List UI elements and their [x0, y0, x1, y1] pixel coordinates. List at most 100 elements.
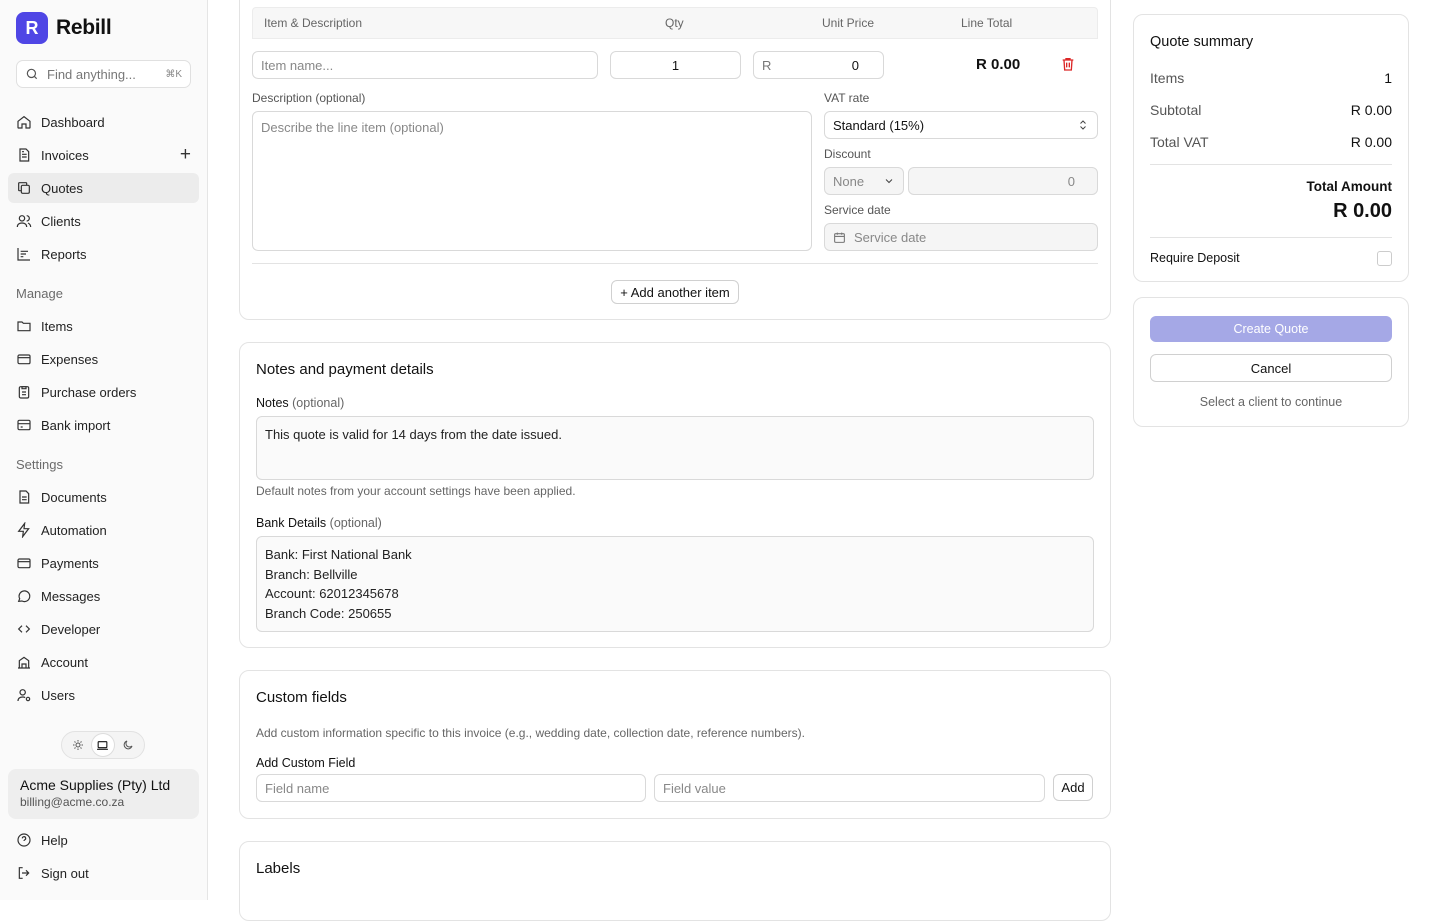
custom-fields-title: Custom fields [256, 689, 347, 706]
sidebar-item-account[interactable]: Account [8, 647, 199, 677]
description-textarea[interactable]: Describe the line item (optional) [252, 111, 812, 251]
items-table-header: Item & Description Qty Unit Price Line T… [252, 7, 1098, 39]
quote-summary-card: Quote summary Items 1 Subtotal R 0.00 Tota… [1133, 14, 1409, 282]
sun-icon[interactable] [67, 734, 89, 756]
qty-input[interactable]: 1 [610, 51, 741, 79]
unit-price-value: 0 [851, 57, 859, 73]
sidebar-item-users[interactable]: Users [8, 680, 199, 710]
cancel-button[interactable]: Cancel [1150, 354, 1392, 382]
search-icon [26, 68, 38, 80]
divider [252, 263, 1098, 264]
sidebar-item-reports[interactable]: Reports [8, 239, 199, 269]
bank-line: Branch Code: 250655 [265, 605, 392, 621]
description-label: Description (optional) [252, 91, 366, 105]
calendar-icon [834, 232, 845, 243]
notes-label-text: Notes [256, 396, 289, 410]
bank-details-textarea[interactable]: Bank: First National Bank Branch: Bellvi… [256, 536, 1094, 632]
code-icon [17, 625, 31, 633]
chart-icon [17, 248, 30, 261]
add-invoice-plus-icon[interactable]: + [180, 144, 191, 166]
unit-price-input[interactable]: R 0 [753, 51, 884, 79]
account-switcher[interactable]: Acme Supplies (Pty) Ltd billing@acme.co.… [8, 769, 199, 819]
delete-item-button[interactable] [1060, 56, 1076, 77]
vat-select[interactable]: Standard (15%) [824, 111, 1098, 139]
sidebar-item-label: Documents [41, 489, 107, 505]
summary-items-value: 1 [1384, 70, 1392, 86]
discount-type-select[interactable]: None [824, 167, 904, 195]
sidebar-item-sign-out[interactable]: Sign out [8, 858, 199, 888]
sidebar-item-label: Items [41, 318, 73, 334]
discount-value-input[interactable]: 0 [908, 167, 1098, 195]
sidebar-item-purchase-orders[interactable]: Purchase orders [8, 377, 199, 407]
optional-tag: (optional) [329, 516, 382, 530]
sidebar-item-label: Developer [41, 621, 101, 637]
actions-card: Create Quote Cancel Select a client to c… [1133, 297, 1409, 427]
item-name-input[interactable]: Item name... [252, 51, 598, 79]
document-icon [19, 490, 30, 504]
require-deposit-checkbox[interactable] [1377, 251, 1392, 266]
section-settings: Settings [16, 457, 63, 472]
divider [1150, 164, 1392, 165]
sidebar-item-label: Reports [41, 246, 87, 262]
add-custom-field-button[interactable]: Add [1053, 774, 1093, 801]
moon-icon[interactable] [117, 734, 139, 756]
sidebar-item-payments[interactable]: Payments [8, 548, 199, 578]
field-name-input[interactable]: Field name [256, 774, 646, 802]
search-input[interactable]: Find anything... ⌘K [16, 60, 191, 88]
sidebar-item-label: Clients [41, 213, 81, 229]
sidebar-item-automation[interactable]: Automation [8, 515, 199, 545]
sidebar-item-expenses[interactable]: Expenses [8, 344, 199, 374]
summary-title: Quote summary [1150, 34, 1254, 50]
brand[interactable]: R Rebill [16, 12, 112, 44]
divider [1150, 237, 1392, 238]
sidebar-item-bank-import[interactable]: Bank import [8, 410, 199, 440]
laptop-icon[interactable] [91, 734, 114, 756]
summary-subtotal-value: R 0.00 [1350, 102, 1392, 118]
sidebar-item-label: Bank import [41, 417, 111, 433]
theme-switcher [61, 731, 145, 759]
bank-label-text: Bank Details [256, 516, 327, 530]
sidebar-item-developer[interactable]: Developer [8, 614, 199, 644]
sidebar-item-label: Sign out [41, 865, 89, 881]
create-hint: Select a client to continue [1199, 395, 1343, 409]
copy-icon [18, 182, 30, 194]
bank-icon [17, 419, 31, 431]
add-item-button[interactable]: + Add another item [611, 280, 739, 304]
bolt-icon [17, 522, 30, 538]
user-cog-icon [17, 689, 31, 702]
col-qty: Qty [665, 16, 684, 30]
card-icon [17, 558, 31, 569]
sidebar-item-items[interactable]: Items [8, 311, 199, 341]
sidebar-item-dashboard[interactable]: Dashboard [8, 107, 199, 137]
total-amount-value: R 0.00 [1333, 200, 1392, 222]
discount-type-value: None [833, 173, 865, 189]
labels-card: Labels [239, 841, 1111, 921]
bank-line: Account: 62012345678 [265, 586, 399, 601]
sidebar-item-messages[interactable]: Messages [8, 581, 199, 611]
summary-vat-value: R 0.00 [1350, 134, 1392, 150]
col-line-total: Line Total [961, 16, 1013, 30]
discount-label: Discount [824, 147, 871, 161]
sign-out-icon [18, 867, 30, 879]
summary-vat-label: Total VAT [1150, 134, 1209, 150]
summary-subtotal-label: Subtotal [1150, 102, 1202, 118]
main-content: Item & Description Qty Unit Price Line T… [208, 0, 1440, 921]
notes-textarea[interactable]: This quote is valid for 14 days from the… [256, 416, 1094, 480]
message-icon [17, 590, 31, 603]
sidebar-item-quotes[interactable]: Quotes [8, 173, 199, 203]
sidebar-item-help[interactable]: Help [8, 825, 199, 855]
sidebar-item-clients[interactable]: Clients [8, 206, 199, 236]
sidebar-item-invoices[interactable]: Invoices + [8, 140, 199, 170]
create-quote-button[interactable]: Create Quote [1150, 316, 1392, 342]
sidebar-item-documents[interactable]: Documents [8, 482, 199, 512]
sidebar: R Rebill Find anything... ⌘K Dashboard I… [0, 0, 208, 900]
total-amount-label: Total Amount [1306, 179, 1392, 194]
notes-card-title: Notes and payment details [256, 361, 434, 378]
require-deposit-label: Require Deposit [1150, 251, 1240, 265]
service-date-input[interactable]: Service date [824, 223, 1098, 251]
line-total: R 0.00 [976, 56, 1021, 73]
chevron-down-icon [885, 179, 893, 184]
account-name: Acme Supplies (Pty) Ltd [20, 777, 171, 793]
field-value-input[interactable]: Field value [654, 774, 1045, 802]
file-icon [19, 148, 30, 162]
